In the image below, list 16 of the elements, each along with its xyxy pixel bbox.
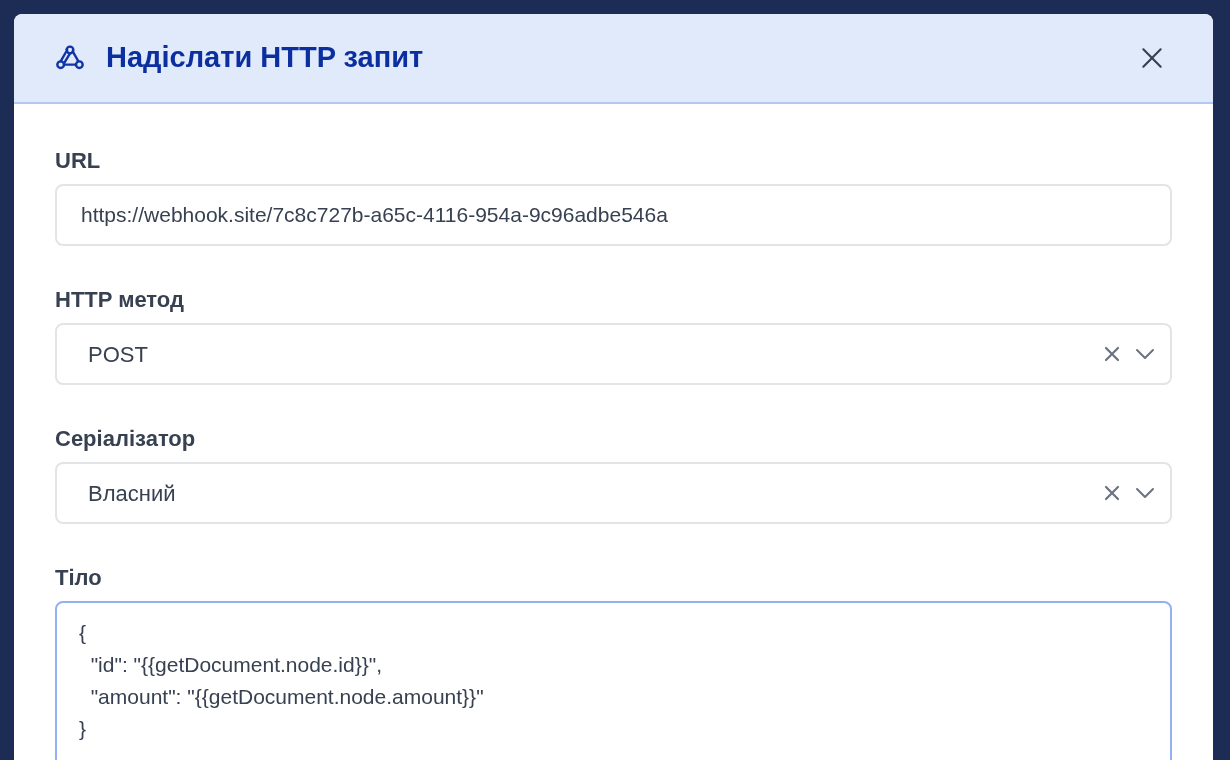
field-label: URL [55,147,102,172]
select-dropdown[interactable]: Власний [55,462,1172,524]
clear-icon[interactable] [1102,344,1122,364]
field-label: Серіалізатор [55,425,197,450]
body-textarea[interactable]: { "id": "{{getDocument.node.id}}", "amount": "{{getDocument.node.amount}}" } [55,601,1172,760]
clear-icon[interactable] [1102,483,1122,503]
field-label: Тіло [55,564,103,589]
chevron-down-icon[interactable] [1134,486,1156,500]
dialog-title: Надіслати HTTP запит [106,40,425,76]
field-label: HTTP метод [55,286,185,311]
url-input[interactable]: https://webhook.site/7c8c727b-a65c-4116-954a-9c96adbe546a [55,184,1172,246]
close-icon [1139,45,1165,71]
select-dropdown[interactable]: POST [55,323,1172,385]
chevron-down-icon[interactable] [1134,347,1156,361]
selected-value: POST [88,340,149,369]
selected-value: Власний [88,479,177,508]
